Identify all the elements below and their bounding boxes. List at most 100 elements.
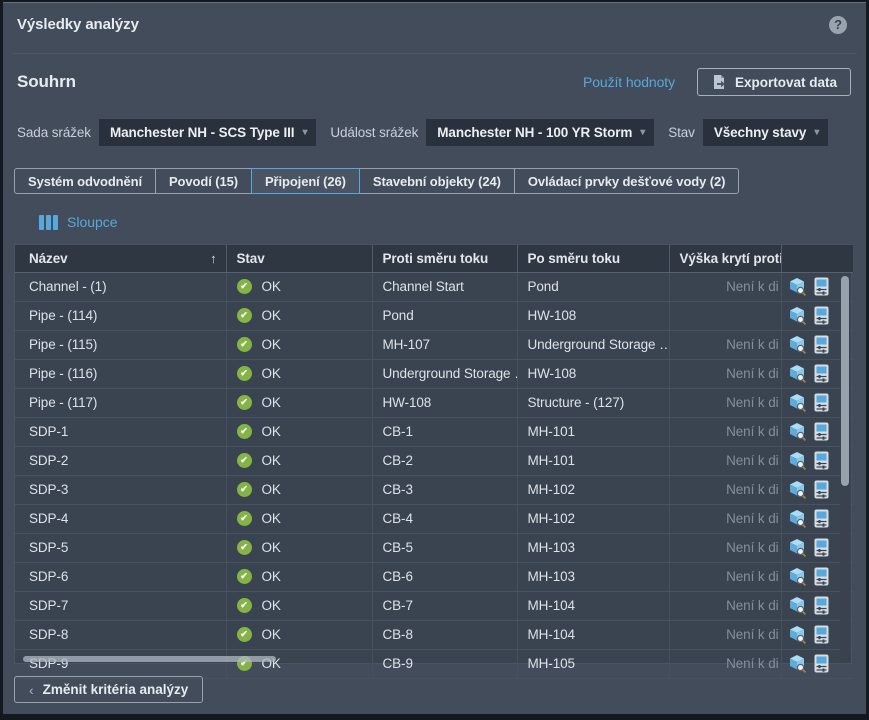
zoom-to-object-button[interactable] (787, 653, 808, 674)
status-text: OK (261, 540, 281, 555)
cell-upstream: CB-8 (372, 620, 518, 650)
column-header-name[interactable]: Název ↑ (15, 245, 227, 273)
table-row[interactable]: SDP-5 ✔ OK CB-5 MH-103 Není k di (15, 533, 853, 563)
properties-panel-button[interactable] (813, 450, 830, 471)
column-header-filler (839, 245, 853, 273)
properties-panel-button[interactable] (813, 276, 830, 297)
zoom-to-object-button[interactable] (787, 305, 808, 326)
cell-status: ✔ OK (226, 620, 373, 650)
cell-downstream: Pond (517, 272, 670, 302)
cell-downstream: MH-101 (517, 417, 670, 447)
status-dropdown[interactable]: Všechny stavy ▾ (702, 119, 829, 146)
filter-status: Stav Všechny stavy ▾ (668, 119, 829, 146)
apply-values-link[interactable]: Použít hodnoty (583, 74, 675, 90)
table-row[interactable]: Channel - (1) ✔ OK Channel Start Pond Není k … (15, 272, 853, 302)
tab-structures[interactable]: Stavební objekty (24) (358, 168, 515, 194)
properties-panel-button[interactable] (813, 566, 830, 587)
status-text: OK (261, 424, 281, 439)
properties-panel-button[interactable] (813, 392, 830, 413)
cell-downstream: MH-102 (517, 504, 670, 534)
table-row[interactable]: SDP-6 ✔ OK CB-6 MH-103 Není k di (15, 562, 853, 592)
export-icon (711, 74, 727, 90)
change-analysis-criteria-button[interactable]: ‹ Změnit kritéria analýzy (14, 676, 204, 703)
summary-actions: Použít hodnoty Exportovat data (583, 68, 851, 96)
horizontal-scrollbar-thumb[interactable] (23, 656, 276, 662)
zoom-to-object-button[interactable] (787, 392, 808, 413)
cell-status: ✔ OK (226, 330, 373, 360)
properties-panel-button[interactable] (813, 508, 830, 529)
status-ok-icon: ✔ (236, 569, 252, 584)
table-row[interactable]: SDP-1 ✔ OK CB-1 MH-101 Není k di (15, 417, 853, 447)
table-row[interactable]: Pipe - (117) ✔ OK HW-108 Structure - (127) Ne… (15, 388, 853, 418)
table-row[interactable]: SDP-3 ✔ OK CB-3 MH-102 Není k di (15, 475, 853, 505)
table-row[interactable]: SDP-2 ✔ OK CB-2 MH-101 Není k di (15, 446, 853, 476)
rainfall-event-dropdown[interactable]: Manchester NH - 100 YR Storm ▾ (426, 119, 655, 146)
zoom-to-object-button[interactable] (787, 479, 808, 500)
tab-stormwater-controls[interactable]: Ovládací prvky dešťové vody (2) (513, 168, 740, 194)
table-row[interactable]: Pipe - (116) ✔ OK Underground Storage … HW-1… (15, 359, 853, 389)
cell-actions (781, 330, 839, 360)
cell-upstream: HW-108 (372, 388, 518, 418)
properties-panel-button[interactable] (813, 363, 830, 384)
zoom-to-object-button[interactable] (787, 450, 808, 471)
tab-drainage-system[interactable]: Systém odvodnění (14, 168, 156, 194)
status-ok-icon: ✔ (236, 308, 252, 323)
column-header-upstream[interactable]: Proti směru toku (372, 245, 518, 273)
properties-panel-button[interactable] (813, 595, 830, 616)
zoom-to-object-button[interactable] (787, 363, 808, 384)
properties-panel-button[interactable] (813, 305, 830, 326)
zoom-to-object-button[interactable] (787, 508, 808, 529)
status-ok-icon: ✔ (236, 627, 252, 642)
zoom-to-object-button[interactable] (787, 566, 808, 587)
column-header-status[interactable]: Stav (226, 245, 373, 273)
properties-panel-button[interactable] (813, 334, 830, 355)
table-header-row: Název ↑ Stav Proti směru toku Po směru to… (15, 245, 853, 273)
zoom-to-object-button[interactable] (787, 334, 808, 355)
tab-connections[interactable]: Připojení (26) (250, 168, 360, 194)
vertical-scrollbar-thumb[interactable] (841, 276, 849, 486)
cube-magnifier-icon (789, 365, 806, 384)
tab-catchments[interactable]: Povodí (15) (154, 168, 252, 194)
table-row[interactable]: SDP-7 ✔ OK CB-7 MH-104 Není k di (15, 591, 853, 621)
properties-panel-button[interactable] (813, 653, 830, 674)
rainfall-set-value: Manchester NH - SCS Type III (109, 125, 295, 140)
cell-upstream: CB-3 (372, 475, 518, 505)
table-row[interactable]: SDP-8 ✔ OK CB-8 MH-104 Není k di (15, 620, 853, 650)
vertical-scrollbar (840, 273, 850, 662)
properties-panel-icon (814, 451, 828, 470)
properties-panel-button[interactable] (813, 421, 830, 442)
properties-panel-button[interactable] (813, 624, 830, 645)
zoom-to-object-button[interactable] (787, 276, 808, 297)
table-row[interactable]: SDP-9 ✔ OK CB-9 MH-105 Není k di (15, 649, 853, 679)
window-frame: Výsledky analýzy ? Souhrn Použít hodnoty (0, 0, 869, 720)
column-header-downstream[interactable]: Po směru toku (517, 245, 670, 273)
zoom-to-object-button[interactable] (787, 421, 808, 442)
status-ok-icon: ✔ (236, 337, 252, 352)
cell-downstream: MH-104 (517, 620, 670, 650)
zoom-to-object-button[interactable] (787, 595, 808, 616)
properties-panel-button[interactable] (813, 537, 830, 558)
table-row[interactable]: SDP-4 ✔ OK CB-4 MH-102 Není k di (15, 504, 853, 534)
cell-upstream: CB-2 (372, 446, 518, 476)
status-text: OK (261, 627, 281, 642)
zoom-to-object-button[interactable] (787, 537, 808, 558)
zoom-to-object-button[interactable] (787, 624, 808, 645)
cell-upstream: CB-6 (372, 562, 518, 592)
cell-status: ✔ OK (226, 562, 373, 592)
cell-actions (781, 388, 839, 418)
cell-downstream: HW-108 (517, 301, 670, 331)
rainfall-set-dropdown[interactable]: Manchester NH - SCS Type III ▾ (98, 119, 317, 146)
properties-panel-button[interactable] (813, 479, 830, 500)
columns-button[interactable]: Sloupce (39, 210, 118, 234)
cell-cover: Není k di (669, 272, 782, 302)
table-row[interactable]: Pipe - (114) ✔ OK Pond HW-108 (15, 301, 853, 331)
cube-magnifier-icon (789, 655, 806, 674)
status-text: OK (261, 279, 281, 294)
table-row[interactable]: Pipe - (115) ✔ OK MH-107 Underground Storage… (15, 330, 853, 360)
help-icon[interactable]: ? (829, 16, 847, 34)
status-filter-label: Stav (668, 125, 695, 140)
column-header-cover[interactable]: Výška krytí proti (669, 245, 782, 273)
cell-downstream: MH-104 (517, 591, 670, 621)
analysis-results-panel: Výsledky analýzy ? Souhrn Použít hodnoty (3, 2, 866, 714)
export-data-button[interactable]: Exportovat data (696, 68, 851, 96)
